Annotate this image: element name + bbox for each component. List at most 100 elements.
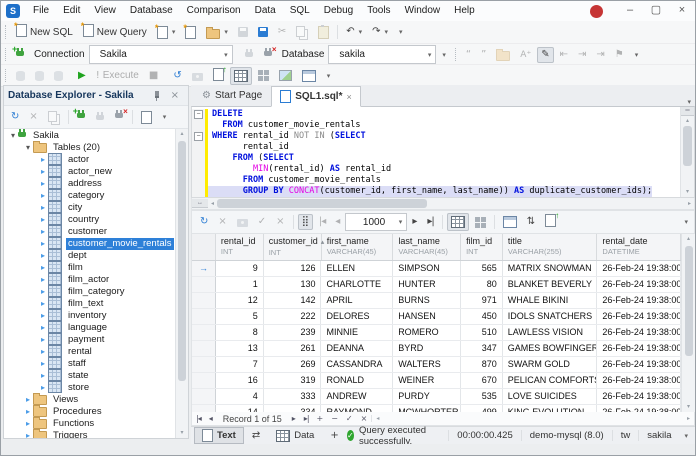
row-selector[interactable] bbox=[192, 389, 216, 404]
editor-hscrollbar[interactable]: ↔ ◂ ▸ bbox=[191, 198, 695, 210]
cell-last_name[interactable]: ROMERO bbox=[393, 325, 461, 340]
row-selector[interactable] bbox=[192, 309, 216, 324]
tree-item-sakila[interactable]: ▾Sakila bbox=[4, 130, 175, 142]
cell-rental_id[interactable]: 9 bbox=[216, 261, 264, 276]
grid-row[interactable]: 8239MINNIEROMERO510LAWLESS VISION26-Feb-… bbox=[192, 325, 681, 341]
cell-first_name[interactable]: ELLEN bbox=[321, 261, 393, 276]
cell-rental_date[interactable]: 26-Feb-24 19:38:00 bbox=[597, 309, 681, 324]
export-data-button[interactable] bbox=[541, 211, 560, 233]
chevron-collapsed-icon[interactable]: ▸ bbox=[23, 407, 33, 417]
tab-list-icon[interactable]: ▾ bbox=[687, 98, 691, 106]
cell-rental_date[interactable]: 26-Feb-24 19:38:00 bbox=[597, 261, 681, 276]
cell-last_name[interactable]: PURDY bbox=[393, 389, 461, 404]
column-header-button[interactable] bbox=[499, 213, 521, 231]
disconnect-button[interactable]: × bbox=[111, 107, 128, 127]
chevron-collapsed-icon[interactable]: ▸ bbox=[38, 179, 48, 189]
user-avatar[interactable] bbox=[590, 5, 603, 18]
cell-film_id[interactable]: 565 bbox=[461, 261, 503, 276]
cell-rental_id[interactable]: 12 bbox=[216, 293, 264, 308]
chevron-collapsed-icon[interactable]: ▸ bbox=[23, 395, 33, 405]
cell-first_name[interactable]: APRIL bbox=[321, 293, 393, 308]
new-object-button[interactable] bbox=[181, 23, 200, 42]
cell-film_id[interactable]: 499 bbox=[461, 405, 503, 412]
cell-title[interactable]: GAMES BOWFINGER bbox=[503, 341, 598, 356]
column-header-rental_date[interactable]: rental_dateDATETIME bbox=[597, 234, 681, 260]
results-overflow-icon[interactable]: ▾ bbox=[684, 218, 688, 226]
cell-customer_id[interactable]: 261 bbox=[264, 341, 322, 356]
pin-panel-button[interactable] bbox=[149, 88, 165, 104]
tree-item-procedures[interactable]: ▸Procedures bbox=[4, 406, 175, 418]
last-record-button[interactable]: ▸| bbox=[300, 414, 313, 423]
cell-first_name[interactable]: CHARLOTTE bbox=[321, 277, 393, 292]
chevron-collapsed-icon[interactable]: ▸ bbox=[38, 191, 48, 201]
cell-customer_id[interactable]: 333 bbox=[264, 389, 322, 404]
cell-customer_id[interactable]: 126 bbox=[264, 261, 322, 276]
tree-item-film-category[interactable]: ▸film_category bbox=[4, 286, 175, 298]
cell-film_id[interactable]: 510 bbox=[461, 325, 503, 340]
menu-sql[interactable]: SQL bbox=[283, 1, 317, 21]
cell-title[interactable]: IDOLS SNATCHERS bbox=[503, 309, 598, 324]
cell-first_name[interactable]: DEANNA bbox=[321, 341, 393, 356]
tree-item-actor[interactable]: ▸actor bbox=[4, 154, 175, 166]
column-header-last_name[interactable]: last_nameVARCHAR(45) bbox=[393, 234, 461, 260]
scroll-up-icon[interactable]: ▴ bbox=[180, 129, 183, 139]
fold-collapse-icon[interactable] bbox=[192, 131, 205, 142]
tree-scrollbar[interactable]: ▴ ▾ bbox=[175, 129, 188, 438]
chevron-collapsed-icon[interactable]: ▸ bbox=[38, 215, 48, 225]
tree-item-state[interactable]: ▸state bbox=[4, 370, 175, 382]
cell-first_name[interactable]: ANDREW bbox=[321, 389, 393, 404]
post-edit-button[interactable]: ✓ bbox=[342, 414, 357, 423]
cell-film_id[interactable]: 535 bbox=[461, 389, 503, 404]
chevron-collapsed-icon[interactable]: ▸ bbox=[38, 335, 48, 345]
menu-tools[interactable]: Tools bbox=[360, 1, 397, 21]
next-record-button[interactable]: ▸ bbox=[288, 414, 300, 423]
cell-customer_id[interactable]: 222 bbox=[264, 309, 322, 324]
pagination-mode-button[interactable]: ⣿ bbox=[298, 214, 313, 230]
row-selector[interactable] bbox=[192, 277, 216, 292]
cell-customer_id[interactable]: 269 bbox=[264, 357, 322, 372]
tree-item-triggers[interactable]: ▸Triggers bbox=[4, 430, 175, 438]
server-name[interactable]: demo-mysql (8.0) bbox=[521, 430, 612, 441]
chevron-collapsed-icon[interactable]: ▸ bbox=[38, 299, 48, 309]
chevron-expanded-icon[interactable]: ▾ bbox=[23, 143, 33, 153]
cell-film_id[interactable]: 870 bbox=[461, 357, 503, 372]
cell-film_id[interactable]: 971 bbox=[461, 293, 503, 308]
cell-title[interactable]: LAWLESS VISION bbox=[503, 325, 598, 340]
show-results-button[interactable] bbox=[230, 67, 252, 85]
tree-item-actor-new[interactable]: ▸actor_new bbox=[4, 166, 175, 178]
close-panel-button[interactable]: × bbox=[167, 88, 183, 104]
cell-first_name[interactable]: DELORES bbox=[321, 309, 393, 324]
row-selector[interactable] bbox=[192, 341, 216, 356]
tree-item-staff[interactable]: ▸staff bbox=[4, 358, 175, 370]
cell-last_name[interactable]: MCWHORTER bbox=[393, 405, 461, 412]
scroll-up-icon[interactable]: ▴ bbox=[686, 116, 689, 126]
toolbar-grip[interactable] bbox=[5, 69, 7, 82]
undo-button[interactable]: ↶▾ bbox=[342, 24, 366, 40]
column-header-first_name[interactable]: first_nameVARCHAR(45) bbox=[322, 234, 394, 260]
prev-record-button[interactable]: ◂ bbox=[205, 414, 217, 423]
cell-film_id[interactable]: 450 bbox=[461, 309, 503, 324]
toolbar3-overflow-button[interactable]: ▾ bbox=[322, 69, 335, 83]
menu-view[interactable]: View bbox=[87, 1, 123, 21]
row-selector[interactable] bbox=[192, 293, 216, 308]
menu-help[interactable]: Help bbox=[447, 1, 482, 21]
data-view-tab[interactable]: Data bbox=[268, 427, 322, 444]
grid-row[interactable]: 7269CASSANDRAWALTERS870SWARM GOLD26-Feb-… bbox=[192, 357, 681, 373]
swap-view-button[interactable]: ⇄ bbox=[244, 427, 268, 444]
cell-rental_id[interactable]: 8 bbox=[216, 325, 264, 340]
cell-title[interactable]: KING EVOLUTION bbox=[503, 405, 598, 412]
cell-title[interactable]: MATRIX SNOWMAN bbox=[503, 261, 598, 276]
object-properties-button[interactable] bbox=[137, 108, 156, 127]
cell-first_name[interactable]: RONALD bbox=[321, 373, 393, 388]
next-page-button[interactable]: ▸ bbox=[408, 214, 421, 230]
tree-item-language[interactable]: ▸language bbox=[4, 322, 175, 334]
chevron-collapsed-icon[interactable]: ▸ bbox=[38, 275, 48, 285]
cell-customer_id[interactable]: 130 bbox=[264, 277, 322, 292]
chevron-collapsed-icon[interactable]: ▸ bbox=[38, 203, 48, 213]
cell-rental_date[interactable]: 26-Feb-24 19:38:00 bbox=[597, 293, 681, 308]
tree-item-film-actor[interactable]: ▸film_actor bbox=[4, 274, 175, 286]
scrollbar-thumb[interactable] bbox=[217, 199, 427, 208]
cell-last_name[interactable]: BYRD bbox=[393, 341, 461, 356]
chevron-collapsed-icon[interactable]: ▸ bbox=[38, 263, 48, 273]
card-view-button[interactable] bbox=[471, 214, 490, 231]
